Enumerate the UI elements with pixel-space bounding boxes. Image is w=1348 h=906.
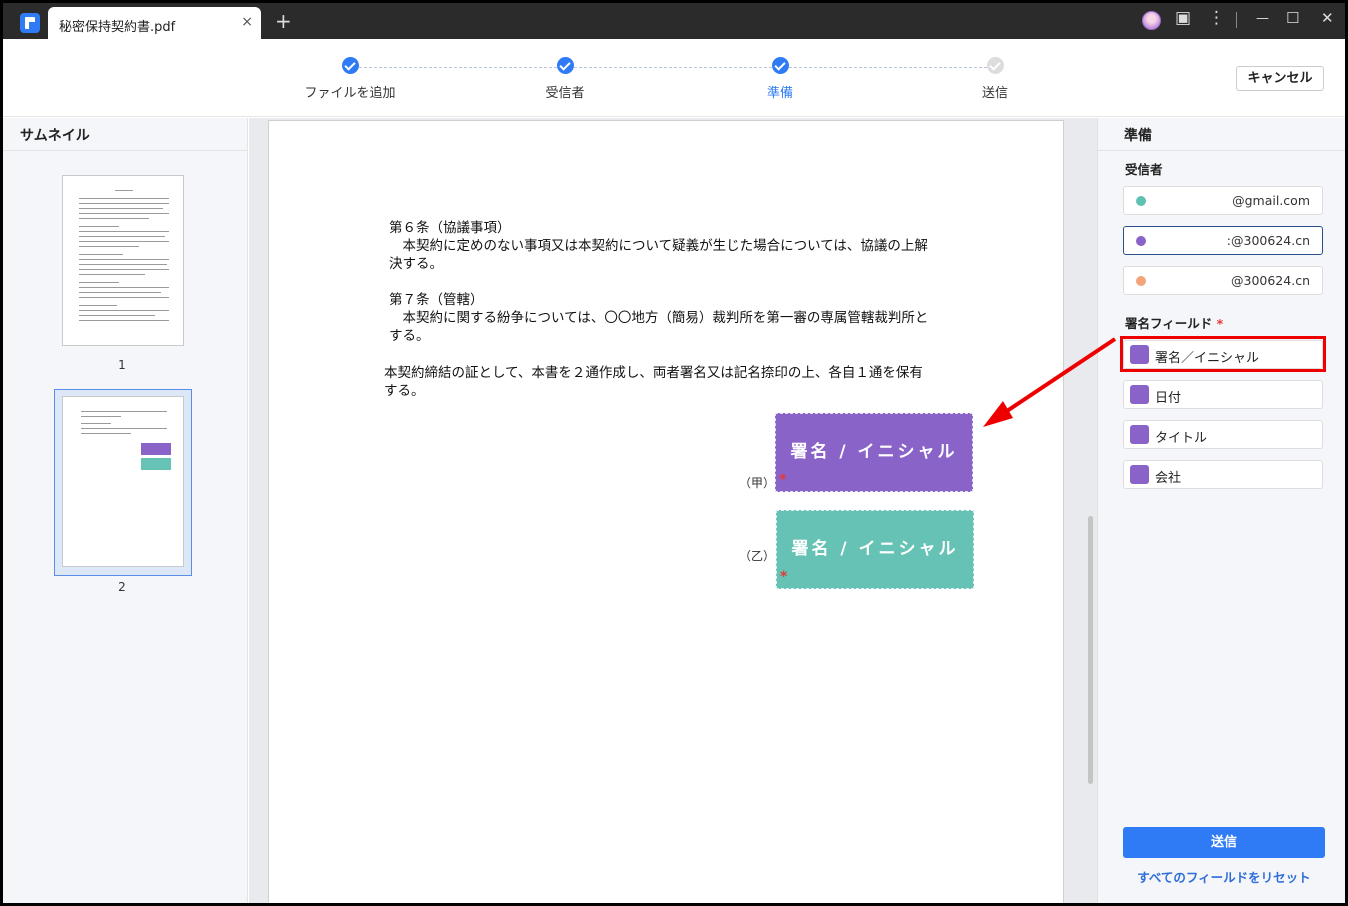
sig-placeholder-a xyxy=(141,443,171,455)
highlight-box xyxy=(1120,336,1326,372)
vertical-scrollbar[interactable] xyxy=(1088,516,1093,784)
document-viewer: 第６条（協議事項） 本契約に定めのない事項又は本契約について疑義が生じた場合につ… xyxy=(249,118,1097,903)
check-icon xyxy=(771,57,789,74)
doc-line: 第６条（協議事項） xyxy=(389,220,511,236)
doc-line: 決する。 xyxy=(389,256,443,272)
document-page: 第６条（協議事項） 本契約に定めのない事項又は本契約について疑義が生じた場合につ… xyxy=(268,120,1064,903)
recipient-email: @300624.cn xyxy=(1231,273,1310,288)
divider xyxy=(3,150,248,151)
app-logo-icon xyxy=(20,13,40,33)
thumbnail-panel: サムネイル 1 2 xyxy=(3,118,248,903)
user-avatar[interactable] xyxy=(1142,11,1161,30)
panel-title: 準備 xyxy=(1124,128,1152,144)
close-tab-icon[interactable]: × xyxy=(241,14,253,30)
signature-field-label: 署名 / イニシャル xyxy=(790,442,958,462)
recipient-color-dot xyxy=(1136,276,1146,286)
field-label: 日付 xyxy=(1155,391,1182,406)
recipient-item[interactable]: @300624.cn xyxy=(1123,266,1323,295)
minimize-icon[interactable]: — xyxy=(1256,11,1269,26)
doc-line: する。 xyxy=(384,383,425,399)
doc-line: 第７条（管轄） xyxy=(389,292,484,308)
recipient-item-selected[interactable]: :@300624.cn xyxy=(1123,226,1323,255)
field-color-swatch xyxy=(1130,465,1149,484)
required-mark: * xyxy=(780,569,788,585)
signature-fields-label: 署名フィールド * xyxy=(1125,316,1224,331)
signature-field-a[interactable]: * 署名 / イニシャル xyxy=(775,413,973,492)
required-mark: * xyxy=(1216,316,1224,331)
prepare-panel: 準備 受信者 @gmail.com :@300624.cn @300624.cn… xyxy=(1097,118,1345,903)
page-thumbnail-2[interactable] xyxy=(62,396,184,567)
document-tab[interactable]: 秘密保持契約書.pdf × xyxy=(48,7,261,39)
page-number: 1 xyxy=(118,358,126,372)
step-label: 送信 xyxy=(981,86,1008,101)
tab-title: 秘密保持契約書.pdf xyxy=(59,20,176,35)
check-icon xyxy=(341,57,359,74)
required-mark: * xyxy=(779,472,787,488)
recipients-label: 受信者 xyxy=(1125,162,1163,177)
field-date[interactable]: 日付 xyxy=(1123,380,1323,409)
check-icon xyxy=(986,57,1004,74)
step-prepare: 準備 xyxy=(710,57,850,101)
recipient-email: @gmail.com xyxy=(1232,193,1310,208)
doc-line: 本契約に定めのない事項又は本契約について疑義が生じた場合については、協議の上解 xyxy=(389,238,928,254)
step-label: ファイルを追加 xyxy=(304,86,396,101)
recipient-email: :@300624.cn xyxy=(1226,233,1310,248)
step-label: 準備 xyxy=(766,86,793,101)
step-add-file: ファイルを追加 xyxy=(280,57,420,101)
field-color-swatch xyxy=(1130,425,1149,444)
divider xyxy=(1098,150,1345,151)
page-number: 2 xyxy=(118,580,126,594)
doc-line: 本契約締結の証として、本書を２通作成し、両者署名又は記名捺印の上、各自１通を保有 xyxy=(384,365,923,381)
field-label: タイトル xyxy=(1155,431,1208,446)
reset-fields-link[interactable]: すべてのフィールドをリセット xyxy=(1123,867,1325,886)
maximize-icon[interactable]: ☐ xyxy=(1286,9,1299,27)
recipient-color-dot xyxy=(1136,236,1146,246)
party-a-label: （甲） xyxy=(739,476,776,490)
step-label: 受信者 xyxy=(545,86,585,101)
divider xyxy=(1236,12,1237,28)
field-label: 会社 xyxy=(1155,471,1182,486)
doc-line: 本契約に関する紛争については、〇〇地方（簡易）裁判所を第一審の専属管轄裁判所と xyxy=(389,310,929,326)
field-company[interactable]: 会社 xyxy=(1123,460,1323,489)
title-bar: 秘密保持契約書.pdf × + ▣ ⋮ — ☐ ✕ xyxy=(3,3,1345,39)
check-icon xyxy=(556,57,574,74)
recipient-item[interactable]: @gmail.com xyxy=(1123,186,1323,215)
party-b-label: （乙） xyxy=(739,549,776,563)
recipient-color-dot xyxy=(1136,196,1146,206)
step-send: 送信 xyxy=(925,57,1065,101)
page-thumbnail-1[interactable] xyxy=(62,175,184,346)
field-title[interactable]: タイトル xyxy=(1123,420,1323,449)
close-window-icon[interactable]: ✕ xyxy=(1321,9,1334,27)
sig-placeholder-b xyxy=(141,458,171,470)
cancel-button[interactable]: キャンセル xyxy=(1236,66,1324,91)
app-window: 秘密保持契約書.pdf × + ▣ ⋮ — ☐ ✕ ファイルを追加 受信者 準備… xyxy=(3,3,1345,903)
signature-field-b[interactable]: * 署名 / イニシャル xyxy=(776,510,974,589)
thumbnail-title: サムネイル xyxy=(20,128,90,144)
new-tab-button[interactable]: + xyxy=(275,9,292,33)
stepper: ファイルを追加 受信者 準備 送信 キャンセル xyxy=(3,39,1345,117)
more-icon[interactable]: ⋮ xyxy=(1208,8,1225,28)
chat-icon[interactable]: ▣ xyxy=(1175,8,1191,28)
step-recipients: 受信者 xyxy=(495,57,635,101)
send-button[interactable]: 送信 xyxy=(1123,827,1325,858)
signature-field-label: 署名 / イニシャル xyxy=(791,539,959,559)
doc-line: する。 xyxy=(389,328,430,344)
field-color-swatch xyxy=(1130,385,1149,404)
